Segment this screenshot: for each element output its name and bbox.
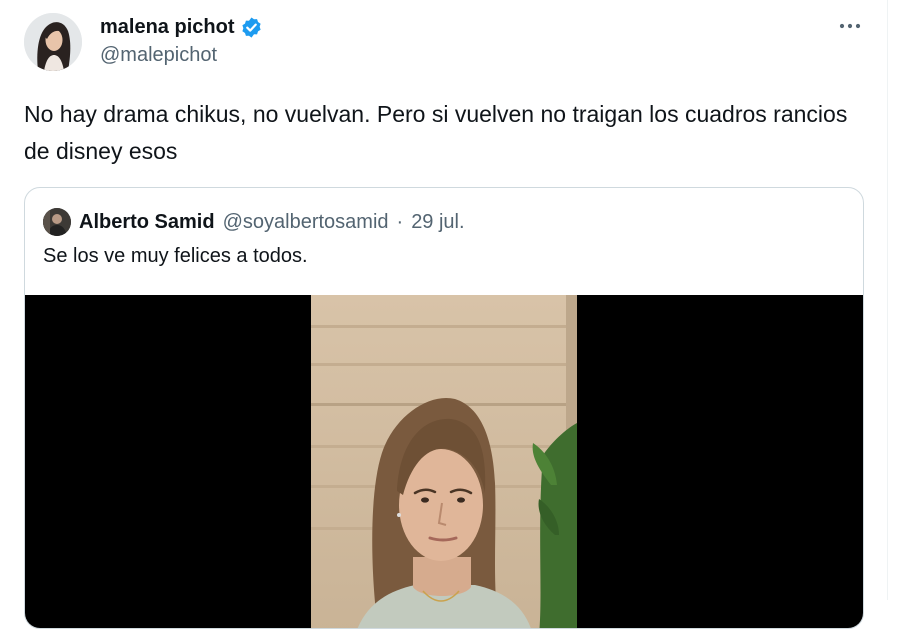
tweet-author: malena pichot @malepichot bbox=[100, 14, 263, 67]
author-handle[interactable]: @malepichot bbox=[100, 44, 263, 67]
meta-separator: · bbox=[396, 210, 404, 233]
video-still-image bbox=[311, 295, 577, 628]
quoted-video[interactable] bbox=[25, 295, 863, 628]
quoted-author-avatar[interactable] bbox=[43, 208, 71, 236]
author-avatar-image bbox=[24, 13, 82, 71]
quoted-tweet-header: Alberto Samid @soyalbertosamid · 29 jul. bbox=[43, 208, 465, 236]
author-avatar[interactable] bbox=[24, 13, 82, 71]
video-frame bbox=[311, 295, 577, 628]
more-options-icon[interactable] bbox=[836, 14, 864, 38]
timeline-border bbox=[887, 0, 888, 600]
quoted-tweet-date[interactable]: 29 jul. bbox=[411, 211, 464, 234]
quoted-tweet[interactable]: Alberto Samid @soyalbertosamid · 29 jul.… bbox=[24, 187, 864, 629]
verified-badge-icon bbox=[240, 16, 263, 39]
author-name[interactable]: malena pichot bbox=[100, 16, 234, 39]
quoted-author-name[interactable]: Alberto Samid bbox=[79, 211, 215, 234]
tweet-text: No hay drama chikus, no vuelvan. Pero si… bbox=[24, 101, 848, 164]
quoted-author-handle[interactable]: @soyalbertosamid bbox=[223, 211, 389, 234]
quoted-tweet-text: Se los ve muy felices a todos. bbox=[43, 245, 308, 267]
